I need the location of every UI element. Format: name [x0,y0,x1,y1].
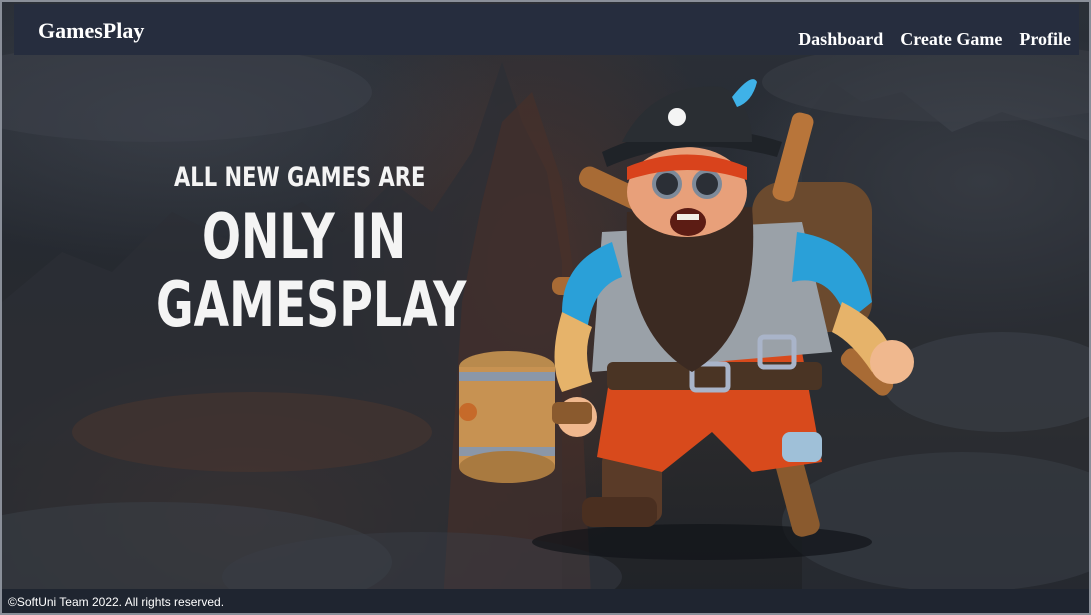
nav-link-create-game[interactable]: Create Game [900,29,1002,50]
copyright-text: ©SoftUni Team 2022. All rights reserved. [8,595,225,609]
app-window: GamesPlay Dashboard Create Game Profile … [0,0,1091,615]
hero-heading-large: ONLY IN [202,200,407,273]
hero-heading-small: ALL NEW GAMES ARE [174,162,426,193]
page-footer: ©SoftUni Team 2022. All rights reserved. [2,589,1089,613]
pirate-dwarf-illustration [459,79,914,560]
top-navbar: GamesPlay Dashboard Create Game Profile [14,4,1079,55]
nav-link-dashboard[interactable]: Dashboard [798,29,883,50]
hero-heading-brand: GAMESPLAY [156,268,467,341]
main-nav: Dashboard Create Game Profile [798,29,1071,50]
brand-logo[interactable]: GamesPlay [38,18,144,44]
nav-link-profile[interactable]: Profile [1019,29,1071,50]
